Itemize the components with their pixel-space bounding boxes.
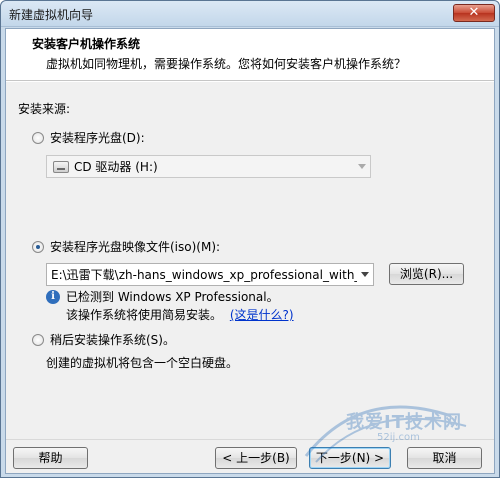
help-button[interactable]: 帮助 bbox=[13, 447, 88, 469]
wizard-client-area: 安装客户机操作系统 虚拟机如同物理机，需要操作系统。您将如何安装客户机操作系统？… bbox=[5, 28, 495, 474]
cancel-button[interactable]: 取消 bbox=[407, 447, 482, 469]
radio-unchecked-icon bbox=[32, 333, 44, 346]
install-later-radio[interactable]: 稍后安装操作系统(S)。 bbox=[32, 331, 175, 348]
disc-radio-label: 安装程序光盘(D): bbox=[50, 131, 145, 145]
install-later-label: 稍后安装操作系统(S)。 bbox=[50, 333, 175, 347]
next-button[interactable]: 下一步(N) > bbox=[309, 447, 391, 469]
iso-radio-label: 安装程序光盘映像文件(iso)(M): bbox=[50, 240, 221, 254]
info-icon: i bbox=[46, 290, 60, 304]
install-source-label: 安装来源: bbox=[18, 102, 71, 116]
radio-unchecked-icon bbox=[32, 131, 44, 144]
page-subtitle: 虚拟机如同物理机，需要操作系统。您将如何安装客户机操作系统？ bbox=[46, 57, 407, 71]
cd-drive-icon bbox=[53, 160, 69, 173]
close-icon: ✕ bbox=[468, 5, 480, 20]
wizard-window: 新建虚拟机向导 ✕ 安装客户机操作系统 虚拟机如同物理机，需要操作系统。您将如何… bbox=[0, 0, 500, 478]
iso-path-value: E:\迅雷下载\zh-hans_windows_xp_professional_… bbox=[51, 268, 357, 282]
chevron-down-icon bbox=[358, 164, 366, 169]
close-button[interactable]: ✕ bbox=[453, 4, 495, 22]
disc-radio[interactable]: 安装程序光盘(D): bbox=[32, 129, 145, 146]
easy-install-row: 该操作系统将使用简易安装。 (这是什么?) bbox=[66, 306, 294, 324]
disc-drive-value: CD 驱动器 (H:) bbox=[74, 160, 158, 174]
back-button[interactable]: < 上一步(B) bbox=[215, 447, 297, 469]
install-later-desc: 创建的虚拟机将包含一个空白硬盘。 bbox=[46, 356, 239, 370]
iso-radio[interactable]: 安装程序光盘映像文件(iso)(M): bbox=[32, 238, 220, 255]
easy-install-text: 该操作系统将使用简易安装。 bbox=[66, 308, 223, 322]
iso-path-combo[interactable]: E:\迅雷下载\zh-hans_windows_xp_professional_… bbox=[46, 263, 374, 286]
window-title: 新建虚拟机向导 bbox=[9, 8, 94, 22]
page-title: 安装客户机操作系统 bbox=[32, 37, 141, 51]
whats-this-link[interactable]: (这是什么?) bbox=[230, 308, 294, 322]
wizard-footer: 帮助 < 上一步(B) 下一步(N) > 取消 bbox=[6, 439, 494, 473]
disc-drive-select[interactable]: CD 驱动器 (H:) bbox=[46, 155, 371, 178]
radio-checked-icon bbox=[32, 240, 44, 253]
wizard-body: 安装来源: 安装程序光盘(D): CD 驱动器 (H:) 安装程序光盘映像文件(… bbox=[6, 82, 494, 439]
browse-button[interactable]: 浏览(R)... bbox=[389, 263, 464, 285]
title-bar: 新建虚拟机向导 ✕ bbox=[1, 1, 499, 27]
chevron-down-icon bbox=[361, 272, 369, 277]
wizard-header: 安装客户机操作系统 虚拟机如同物理机，需要操作系统。您将如何安装客户机操作系统？ bbox=[6, 29, 494, 81]
detected-os-text: 已检测到 Windows XP Professional。 bbox=[66, 290, 279, 304]
